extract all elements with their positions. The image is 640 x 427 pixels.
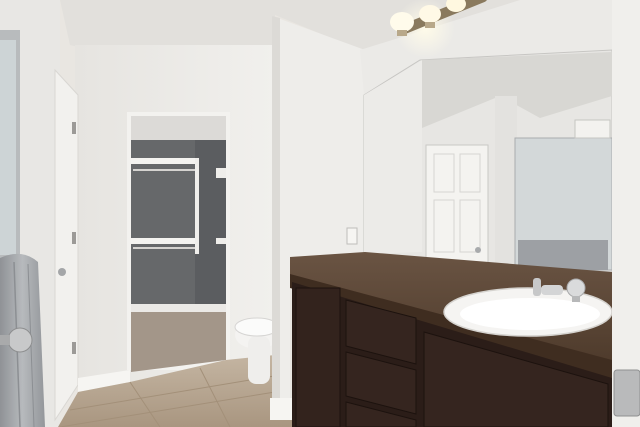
- bathroom-scene: [0, 0, 640, 427]
- closet-side-shelf: [216, 168, 226, 178]
- closet-side-shelf: [216, 238, 226, 244]
- sink-basin: [460, 298, 600, 330]
- closet-wall-shadow: [195, 140, 226, 312]
- door-hinge: [72, 232, 76, 244]
- door-latch: [613, 369, 640, 417]
- closet-shelf-support: [195, 158, 199, 254]
- closet-shelf: [131, 238, 199, 244]
- door-hinge: [72, 342, 76, 354]
- closet-shelf: [131, 158, 199, 164]
- shower-glass: [0, 40, 16, 255]
- mirror-reflected-column: [495, 96, 517, 266]
- partition-wall-side: [272, 16, 280, 412]
- mirror-reflected-door: [425, 144, 489, 264]
- door-frame-right: [612, 0, 640, 427]
- closet-ceiling: [131, 116, 226, 142]
- cabinet-door: [295, 287, 341, 427]
- door-knob-icon: [7, 327, 33, 353]
- door-hinge: [72, 122, 76, 134]
- toilet-base: [248, 336, 270, 384]
- door-knob-icon: [475, 247, 481, 253]
- outlet-icon: [346, 227, 358, 245]
- closet-baseboard: [131, 304, 226, 312]
- bathroom-photo: [0, 0, 640, 427]
- door-knob-icon: [58, 268, 66, 276]
